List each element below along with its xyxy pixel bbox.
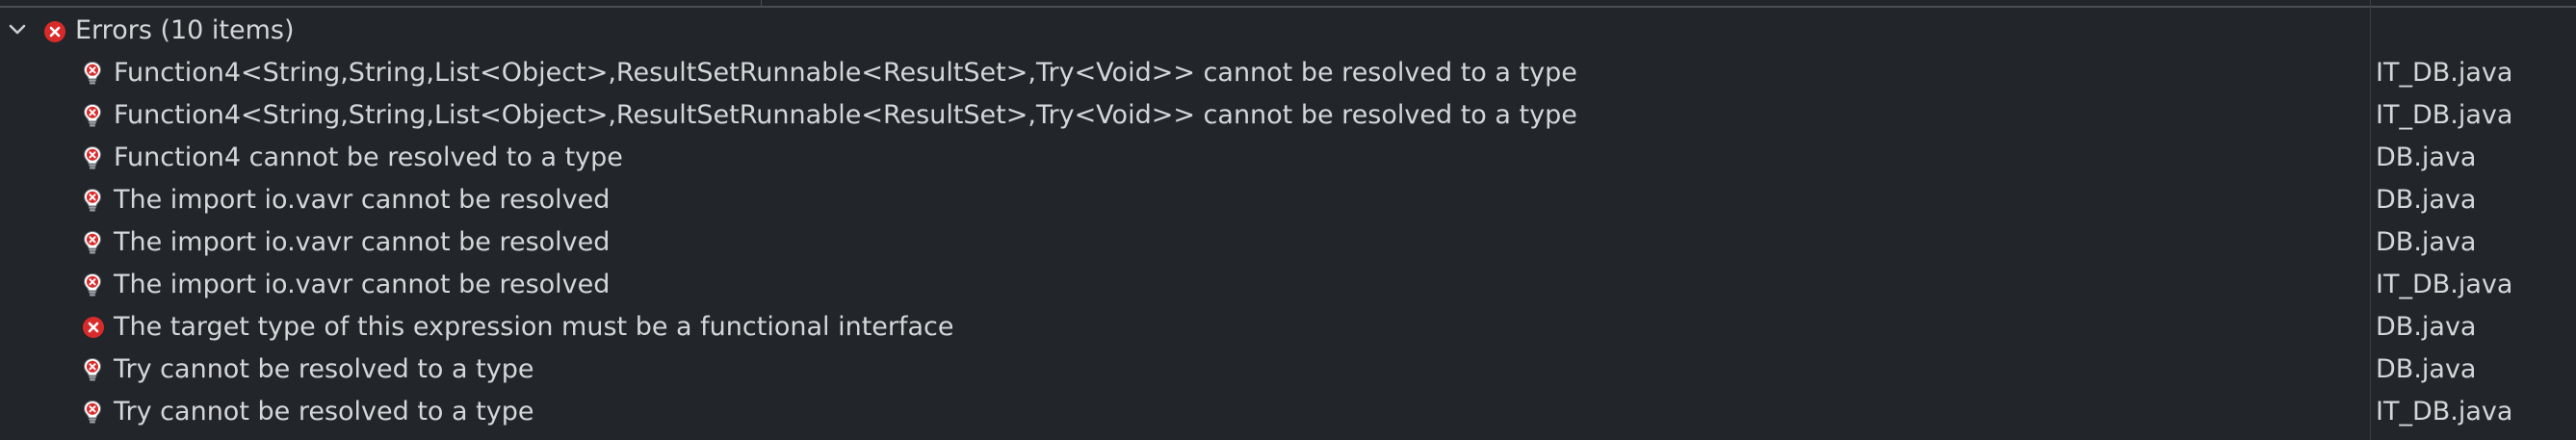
problem-row[interactable]: Function4 cannot be resolved to a type DB… [0,137,2576,179]
problem-resource: DB.java [2376,185,2477,215]
errors-group-row[interactable]: Errors (10 items) [0,10,2576,52]
error-icon [82,316,105,341]
lightbulb-error-icon [82,145,105,170]
problem-resource: DB.java [2376,227,2477,257]
problem-row[interactable]: The import io.vavr cannot be resolved IT_… [0,264,2576,306]
lightbulb-error-icon [82,103,105,128]
problem-description: Function4<String,String,List<Object>,Res… [114,58,1577,88]
problem-description: The import io.vavr cannot be resolved [114,227,611,257]
problem-resource: IT_DB.java [2376,100,2513,130]
problem-row[interactable]: Try cannot be resolved to a type IT_DB.ja… [0,391,2576,433]
problem-row[interactable]: Function4<String,String,List<Object>,Res… [0,52,2576,94]
errors-group-label: Errors (10 items) [75,15,295,45]
lightbulb-error-icon [82,357,105,382]
problem-description: The target type of this expression must … [114,312,954,342]
problem-description: The import io.vavr cannot be resolved [114,185,611,215]
lightbulb-error-icon [82,272,105,298]
lightbulb-error-icon [82,230,105,255]
problem-resource: IT_DB.java [2376,270,2513,299]
problem-resource: IT_DB.java [2376,397,2513,427]
problem-description: Function4 cannot be resolved to a type [114,142,623,172]
lightbulb-error-icon [82,61,105,86]
error-icon [43,20,66,50]
problem-description: The import io.vavr cannot be resolved [114,270,611,299]
problem-description: Try cannot be resolved to a type [114,397,534,427]
problem-description: Function4<String,String,List<Object>,Res… [114,100,1577,130]
problem-resource: DB.java [2376,354,2477,384]
problem-resource: IT_DB.java [2376,58,2513,88]
problem-row[interactable]: Try cannot be resolved to a type DB.java [0,349,2576,391]
problem-row[interactable]: The import io.vavr cannot be resolved DB.… [0,221,2576,264]
problem-resource: DB.java [2376,312,2477,342]
chevron-down-icon[interactable] [6,18,29,41]
column-resize-handle[interactable] [761,0,762,6]
problem-row[interactable]: The target type of this expression must … [0,306,2576,349]
problem-resource: DB.java [2376,142,2477,172]
problem-description: Try cannot be resolved to a type [114,354,534,384]
problem-row[interactable]: The import io.vavr cannot be resolved DB.… [0,179,2576,221]
table-header-border [0,6,2576,8]
lightbulb-error-icon [82,188,105,213]
lightbulb-error-icon [82,400,105,425]
problem-row[interactable]: Function4<String,String,List<Object>,Res… [0,94,2576,137]
